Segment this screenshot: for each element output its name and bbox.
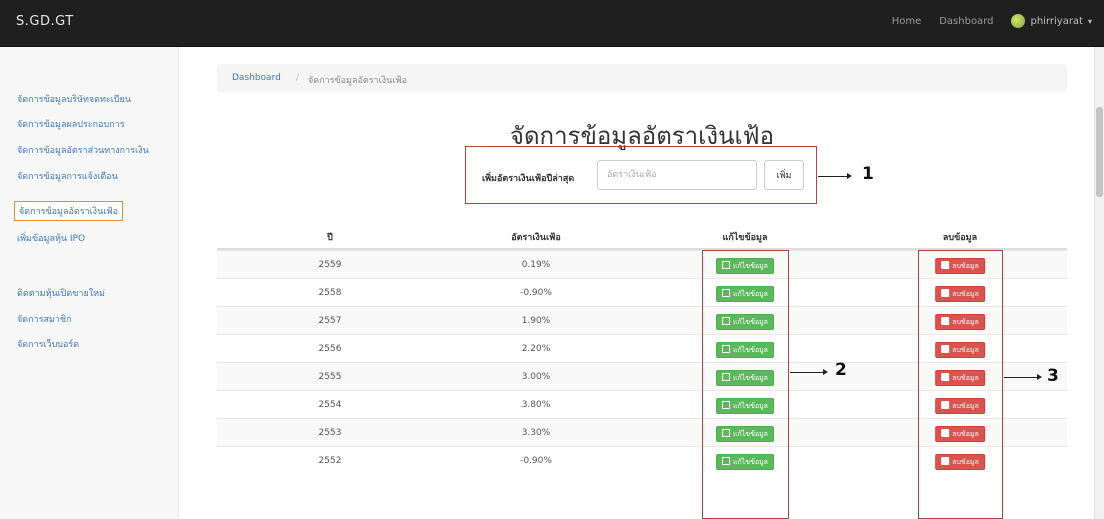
sidebar-item-members[interactable]: จัดการสมาชิก xyxy=(17,312,72,326)
page-scrollbar[interactable] xyxy=(1094,47,1104,519)
rate-cell: -0.90% xyxy=(520,288,552,298)
header-edit: แก้ไขข้อมูล xyxy=(722,233,768,243)
annotation-3-label: 3 xyxy=(1047,366,1059,386)
rate-cell: 3.00% xyxy=(521,372,551,382)
annotation-1-label: 1 xyxy=(862,164,874,184)
annotation-2-arrow-icon xyxy=(823,369,828,375)
brand-logo[interactable]: S.GD.GT xyxy=(16,14,74,29)
breadcrumb-current: จัดการข้อมูลอัตราเงินเฟ้อ xyxy=(308,76,408,86)
top-navbar: S.GD.GT Home Dashboard phirriyarat ▾ xyxy=(0,0,1104,47)
year-cell: 2552 xyxy=(318,456,342,466)
header-delete: ลบข้อมูล xyxy=(942,233,978,243)
username: phirriyarat xyxy=(1030,15,1083,27)
sidebar-item-follow-new-stocks[interactable]: ติดตามหุ้นเปิดขายใหม่ xyxy=(17,286,105,300)
rate-cell: -0.90% xyxy=(520,456,552,466)
add-inflation-label: เพิ่มอัตราเงินเฟ้อปีล่าสุด xyxy=(482,174,575,184)
add-inflation-form: เพิ่มอัตราเงินเฟ้อปีล่าสุด เพิ่ม xyxy=(465,146,817,204)
annotation-2-label: 2 xyxy=(835,360,847,380)
year-cell: 2557 xyxy=(318,316,342,326)
year-cell: 2554 xyxy=(318,400,342,410)
annotation-3-line xyxy=(1004,377,1038,378)
delete-column-highlight xyxy=(918,250,1003,519)
inflation-input[interactable] xyxy=(597,160,757,190)
annotation-3-arrow-icon xyxy=(1037,374,1042,380)
rate-cell: 3.80% xyxy=(521,400,551,410)
sidebar-item-ipo[interactable]: เพิ่มข้อมูลหุ้น IPO xyxy=(17,231,85,245)
rate-cell: 1.90% xyxy=(521,316,551,326)
year-cell: 2553 xyxy=(318,428,342,438)
annotation-1-arrow-icon xyxy=(847,173,852,179)
avatar xyxy=(1011,14,1026,28)
rate-cell: 0.19% xyxy=(521,260,551,270)
user-menu[interactable]: phirriyarat ▾ xyxy=(1011,14,1092,28)
sidebar-item-companies[interactable]: จัดการข้อมูลบริษัทจดทะเบียน xyxy=(17,92,131,106)
sidebar-item-inflation[interactable]: จัดการข้อมูลอัตราเงินเฟ้อ xyxy=(14,201,124,221)
caret-down-icon: ▾ xyxy=(1087,16,1092,26)
year-cell: 2558 xyxy=(318,288,342,298)
sidebar-item-notifications[interactable]: จัดการข้อมูลการแจ้งเตือน xyxy=(17,169,118,183)
year-cell: 2556 xyxy=(318,344,342,354)
rate-cell: 3.30% xyxy=(521,428,551,438)
add-button[interactable]: เพิ่ม xyxy=(764,160,804,190)
breadcrumb: Dashboard / จัดการข้อมูลอัตราเงินเฟ้อ xyxy=(217,64,1067,92)
rate-cell: 2.20% xyxy=(521,344,551,354)
header-rate: อัตราเงินเฟ้อ xyxy=(511,233,561,243)
edit-column-highlight xyxy=(702,250,789,519)
annotation-2-line xyxy=(790,372,824,373)
breadcrumb-home-link[interactable]: Dashboard xyxy=(232,73,281,83)
annotation-1-line xyxy=(818,176,848,177)
year-cell: 2555 xyxy=(318,372,342,382)
year-cell: 2559 xyxy=(318,260,342,270)
scrollbar-thumb[interactable] xyxy=(1096,107,1103,197)
header-year: ปี xyxy=(327,233,333,243)
table-header: ปี อัตราเงินเฟ้อ แก้ไขข้อมูล ลบข้อมูล xyxy=(217,222,1067,250)
navbar-right: Home Dashboard phirriyarat ▾ xyxy=(892,14,1092,28)
nav-dashboard-link[interactable]: Dashboard xyxy=(939,16,993,27)
nav-home-link[interactable]: Home xyxy=(892,16,922,27)
breadcrumb-separator: / xyxy=(296,73,300,83)
sidebar-item-webboard[interactable]: จัดการเว็บบอร์ด xyxy=(17,337,79,351)
